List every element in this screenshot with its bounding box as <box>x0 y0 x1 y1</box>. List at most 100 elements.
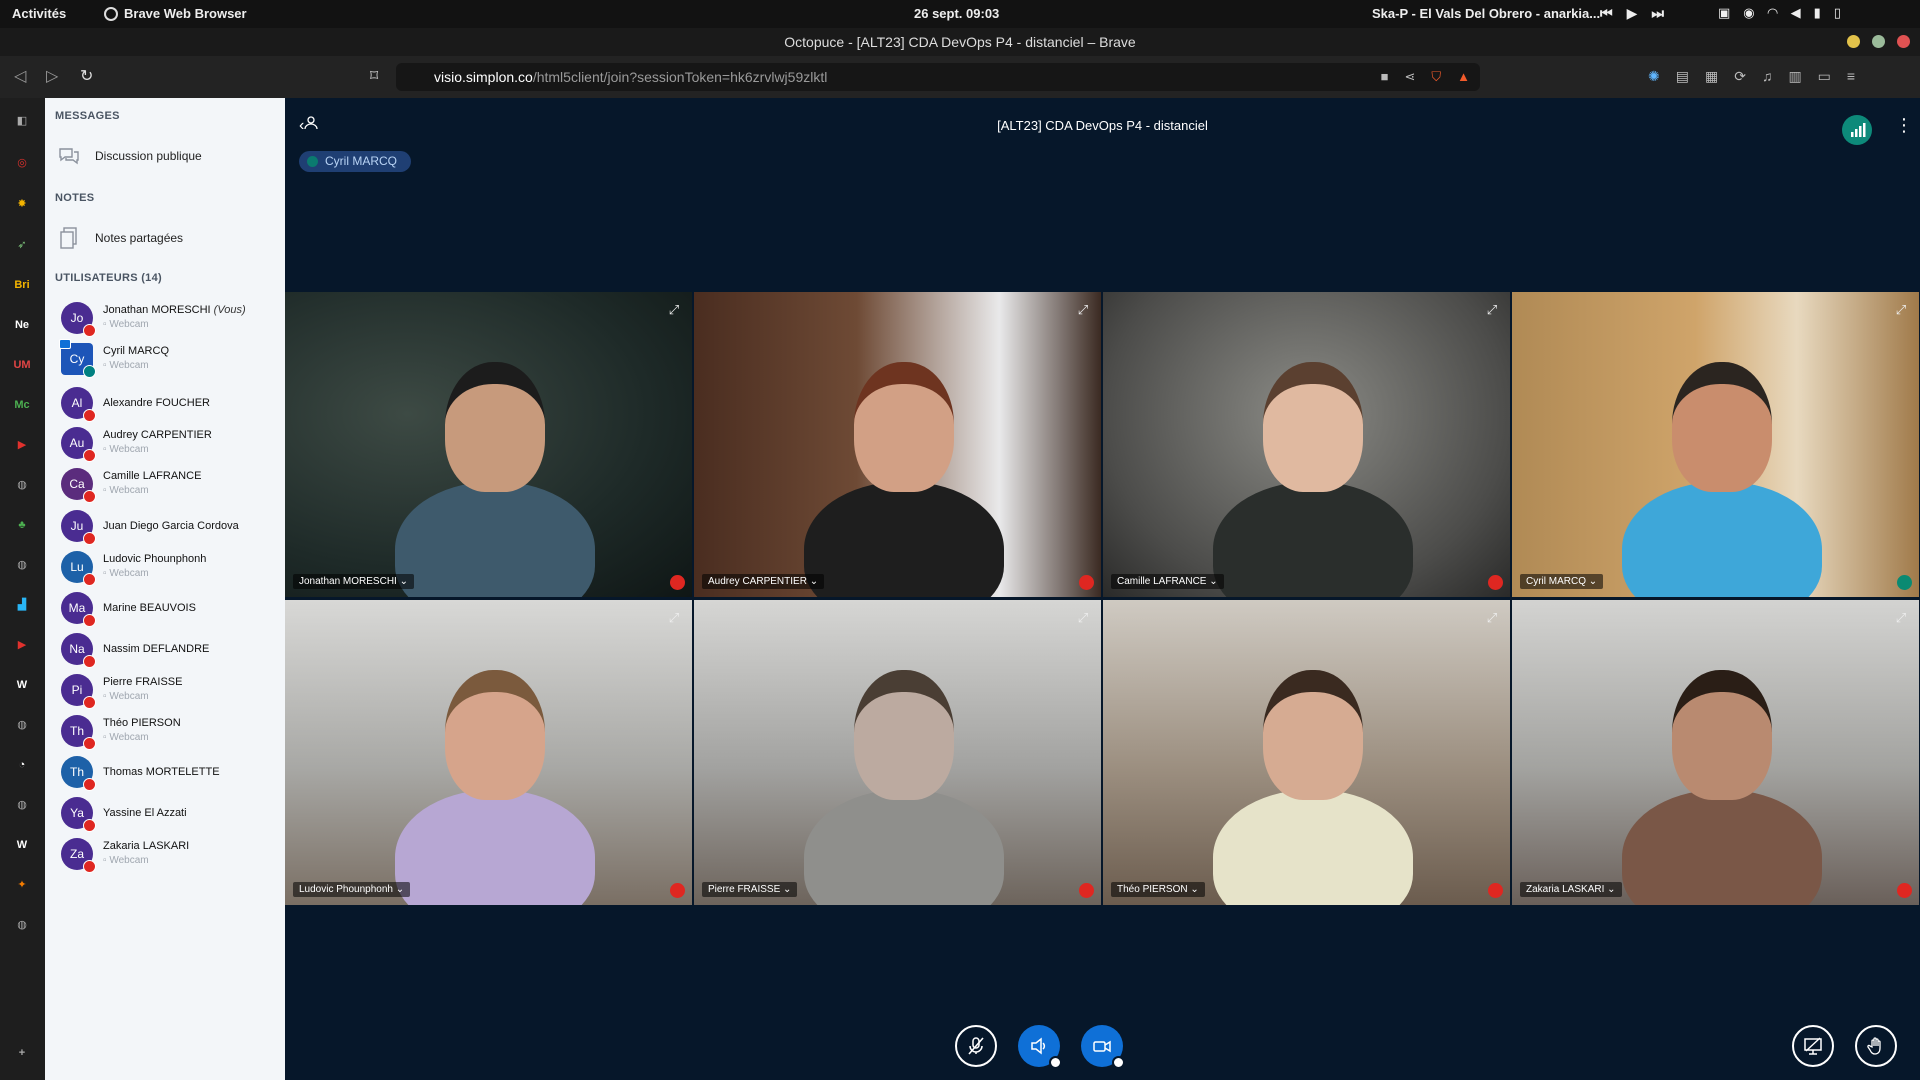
video-tile[interactable]: ⤢ Camille LAFRANCE ⌄ <box>1103 292 1510 597</box>
um-icon[interactable]: UM <box>13 356 31 374</box>
globe-icon[interactable]: ◍ <box>13 556 31 574</box>
brightspace-icon[interactable]: Bri <box>13 276 31 294</box>
sidebar-toggle-icon[interactable]: ▥ <box>1788 68 1801 85</box>
tree-icon[interactable]: ♣ <box>13 516 31 534</box>
fullscreen-icon[interactable]: ⤢ <box>1074 609 1092 627</box>
maximize-button[interactable] <box>1872 35 1885 48</box>
battery-icon[interactable]: ▯ <box>1834 5 1841 21</box>
fullscreen-icon[interactable]: ⤢ <box>1483 301 1501 319</box>
participant-name-tag[interactable]: Zakaria LASKARI ⌄ <box>1520 882 1622 897</box>
user-list-item[interactable]: Ya Yassine El Azzati <box>61 793 273 833</box>
system-tray[interactable]: ▣ ◉ ◠ ◀ ▮ ▯ <box>1718 5 1841 21</box>
youtube-icon[interactable]: ▶ <box>13 436 31 454</box>
presentation-button[interactable] <box>1792 1025 1834 1067</box>
participant-name-tag[interactable]: Pierre FRAISSE ⌄ <box>702 882 798 897</box>
forward-icon[interactable]: ▷ <box>46 66 58 86</box>
user-list-item[interactable]: Ma Marine BEAUVOIS <box>61 588 273 628</box>
next-track-icon[interactable]: ⏭ <box>1651 5 1664 22</box>
fullscreen-icon[interactable]: ⤢ <box>1483 609 1501 627</box>
user-list-item[interactable]: Th Thomas MORTELETTE <box>61 752 273 792</box>
globe-icon[interactable]: ◍ <box>13 916 31 934</box>
video-tile[interactable]: ⤢ Pierre FRAISSE ⌄ <box>694 600 1101 905</box>
unmute-button[interactable] <box>955 1025 997 1067</box>
chevron-down-icon[interactable]: ⌄ <box>807 576 818 587</box>
chevron-down-icon[interactable]: ⌄ <box>1206 576 1217 587</box>
talking-indicator[interactable]: Cyril MARCQ <box>299 151 411 172</box>
react-extension-icon[interactable]: ✺ <box>1648 68 1660 85</box>
share-icon[interactable]: ⋖ <box>1404 63 1415 91</box>
globe-icon[interactable]: ◍ <box>13 476 31 494</box>
chart-app-icon[interactable]: ▟ <box>13 596 31 614</box>
participant-name-tag[interactable]: Théo PIERSON ⌄ <box>1111 882 1205 897</box>
globe-icon[interactable]: ◍ <box>13 716 31 734</box>
fox-app-icon[interactable]: ✦ <box>13 876 31 894</box>
fullscreen-icon[interactable]: ⤢ <box>665 301 683 319</box>
user-list-item[interactable]: Al Alexandre FOUCHER <box>61 383 273 423</box>
participant-name-tag[interactable]: Jonathan MORESCHI ⌄ <box>293 574 414 589</box>
globe-icon[interactable]: ◍ <box>13 796 31 814</box>
user-list-item[interactable]: Au Audrey CARPENTIER ▫ Webcam <box>61 423 273 463</box>
user-list-item[interactable]: Cy Cyril MARCQ ▫ Webcam <box>59 339 273 379</box>
chevron-down-icon[interactable]: ⌄ <box>393 884 404 895</box>
youtube-icon[interactable]: ▶ <box>13 636 31 654</box>
user-list-item[interactable]: Na Nassim DEFLANDRE <box>61 629 273 669</box>
close-button[interactable] <box>1897 35 1910 48</box>
brave-rewards-icon[interactable]: ▲ <box>1457 63 1470 91</box>
extensions-icon[interactable]: ▦ <box>1705 68 1718 85</box>
raise-hand-button[interactable] <box>1855 1025 1897 1067</box>
connection-status-icon[interactable] <box>1842 115 1872 145</box>
shared-notes-item[interactable]: Notes partagées <box>55 220 275 256</box>
wallet-icon[interactable]: ▭ <box>1818 68 1831 85</box>
back-icon[interactable]: ◁ <box>14 66 26 86</box>
add-sidebar-item-icon[interactable]: + <box>13 1044 31 1062</box>
video-tile[interactable]: ⤢ Zakaria LASKARI ⌄ <box>1512 600 1919 905</box>
bookmark-icon[interactable]: ⌑ <box>370 66 378 86</box>
audio-options-icon[interactable] <box>1049 1056 1062 1069</box>
public-chat-item[interactable]: Discussion publique <box>55 138 275 174</box>
video-tile[interactable]: ⤢ Jonathan MORESCHI ⌄ <box>285 292 692 597</box>
chevron-down-icon[interactable]: ⌄ <box>780 884 791 895</box>
activities-button[interactable]: Activités <box>12 6 66 21</box>
user-list-item[interactable]: Ca Camille LAFRANCE ▫ Webcam <box>61 464 273 504</box>
wikipedia-icon[interactable]: W <box>13 836 31 854</box>
video-tile[interactable]: ⤢ Cyril MARCQ ⌄ <box>1512 292 1919 597</box>
octopuce-icon[interactable]: ✸ <box>13 195 31 213</box>
play-icon[interactable]: ▶ <box>1627 5 1638 22</box>
user-list-item[interactable]: Pi Pierre FRAISSE ▫ Webcam <box>61 670 273 710</box>
microphone-icon[interactable]: ▮ <box>1814 5 1821 21</box>
fullscreen-icon[interactable]: ⤢ <box>665 609 683 627</box>
wikipedia-icon[interactable]: W <box>13 676 31 694</box>
options-menu-icon[interactable]: ⋮ <box>1895 116 1913 134</box>
participant-name-tag[interactable]: Audrey CARPENTIER ⌄ <box>702 574 825 589</box>
user-list-item[interactable]: Th Théo PIERSON ▫ Webcam <box>61 711 273 751</box>
video-tile[interactable]: ⤢ Théo PIERSON ⌄ <box>1103 600 1510 905</box>
previous-track-icon[interactable]: ⏮ <box>1600 5 1613 22</box>
video-tile[interactable]: ⤢ Audrey CARPENTIER ⌄ <box>694 292 1101 597</box>
user-list-item[interactable]: Lu Ludovic Phounphonh ▫ Webcam <box>61 547 273 587</box>
chevron-down-icon[interactable]: ⌄ <box>1586 576 1597 587</box>
video-options-icon[interactable] <box>1112 1056 1125 1069</box>
fullscreen-icon[interactable]: ⤢ <box>1892 301 1910 319</box>
music-icon[interactable]: ♫ <box>1762 68 1773 85</box>
power-app-icon[interactable]: ◔ <box>13 756 31 774</box>
reload-icon[interactable]: ↻ <box>80 66 93 86</box>
address-bar[interactable]: visio.simplon.co/html5client/join?sessio… <box>396 63 1480 91</box>
app-menu[interactable]: Brave Web Browser <box>104 6 247 21</box>
video-button[interactable] <box>1081 1025 1125 1069</box>
bookmark-app-icon[interactable]: ➶ <box>13 236 31 254</box>
user-list-item[interactable]: Jo Jonathan MORESCHI (Vous) ▫ Webcam <box>61 298 273 338</box>
user-list-item[interactable]: Ju Juan Diego Garcia Cordova <box>61 506 273 546</box>
notion-icon[interactable]: Ne <box>13 316 31 334</box>
chevron-down-icon[interactable]: ⌄ <box>397 576 408 587</box>
menu-icon[interactable]: ≡ <box>1847 68 1855 85</box>
clipboard-icon[interactable]: ▣ <box>1718 5 1730 21</box>
video-tile[interactable]: ⤢ Ludovic Phounphonh ⌄ <box>285 600 692 905</box>
mc-icon[interactable]: Mc <box>13 396 31 414</box>
participant-name-tag[interactable]: Cyril MARCQ ⌄ <box>1520 574 1604 589</box>
audio-button[interactable] <box>1018 1025 1062 1069</box>
fullscreen-icon[interactable]: ⤢ <box>1074 301 1092 319</box>
participant-name-tag[interactable]: Camille LAFRANCE ⌄ <box>1111 574 1224 589</box>
clock[interactable]: 26 sept. 09:03 <box>914 6 999 21</box>
fullscreen-icon[interactable]: ⤢ <box>1892 609 1910 627</box>
brave-news-icon[interactable]: ◎ <box>13 154 31 172</box>
